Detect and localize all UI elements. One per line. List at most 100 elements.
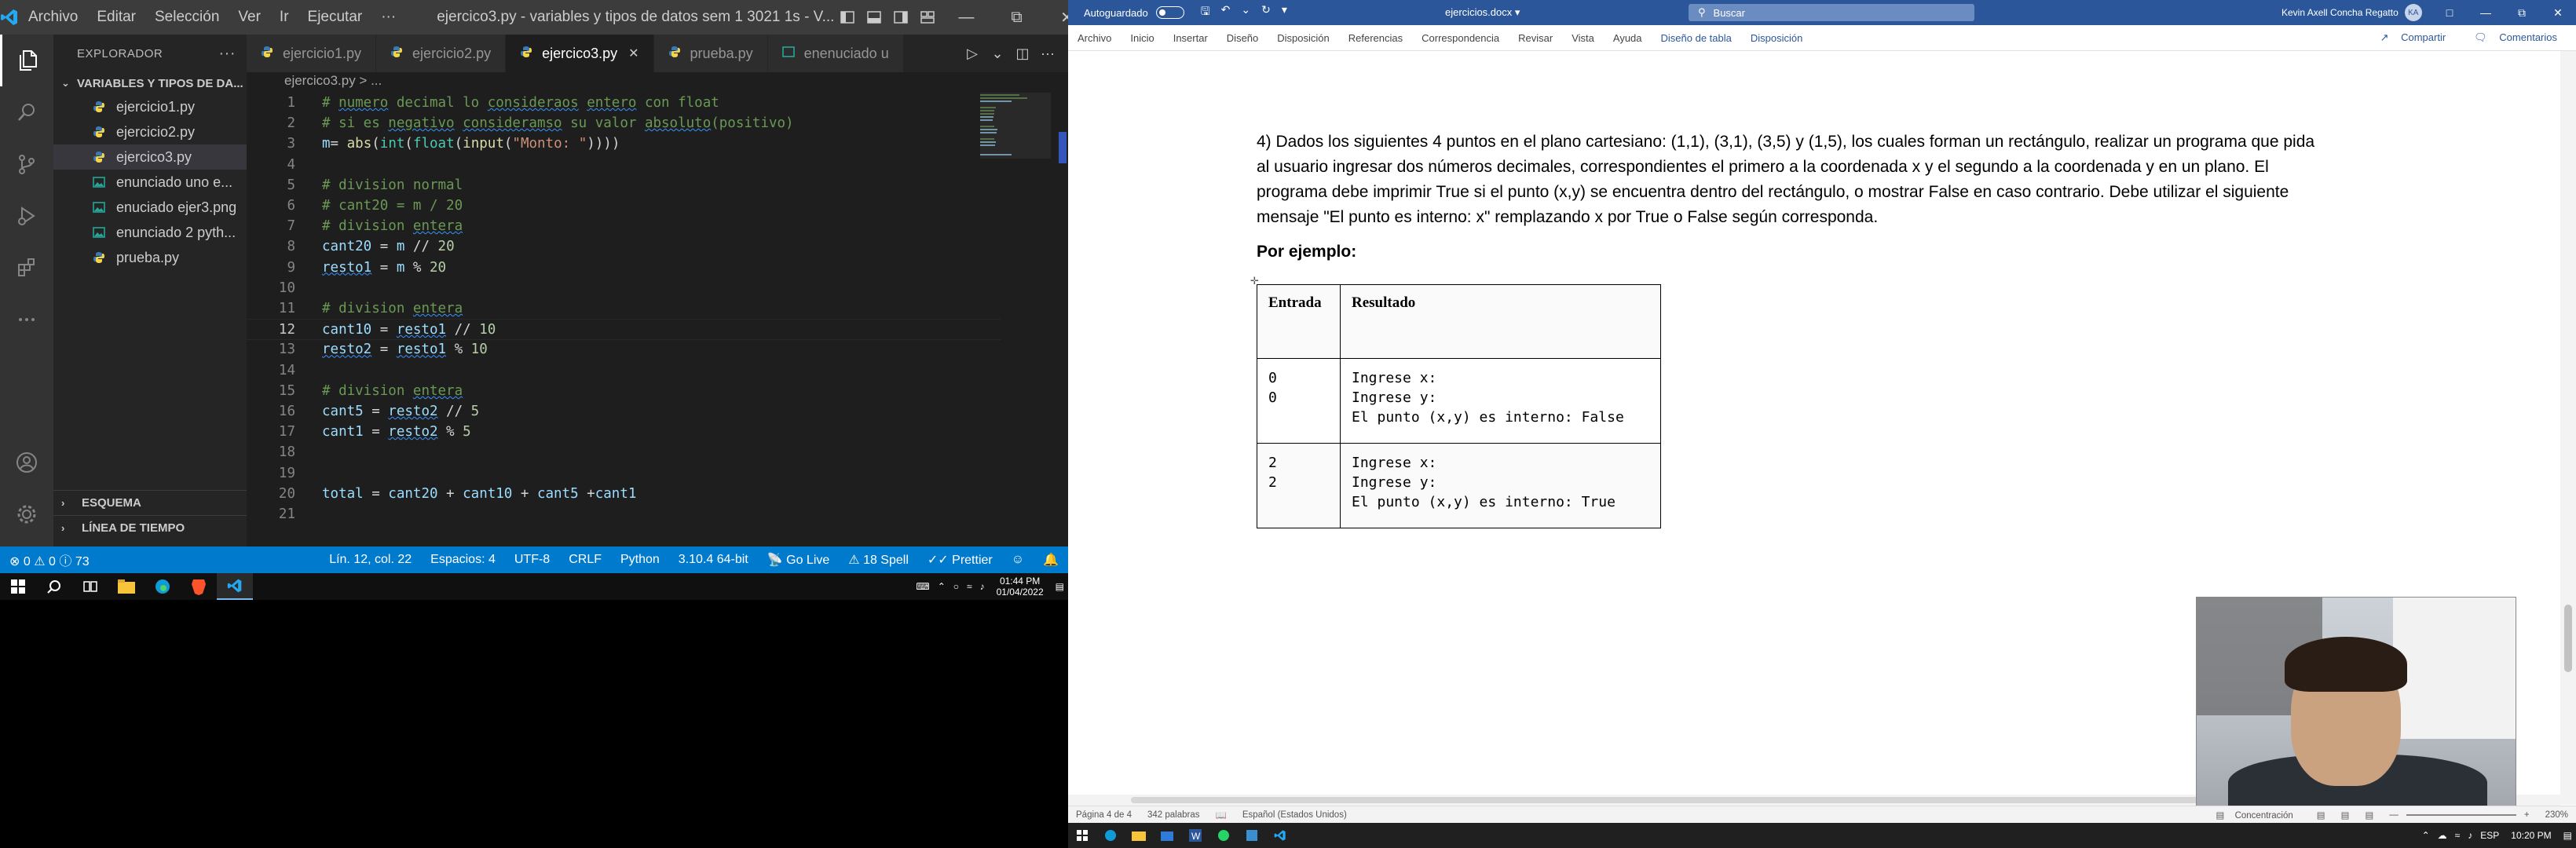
ribbon-tab[interactable]: Archivo	[1068, 32, 1121, 44]
code-line[interactable]: 3 m= abs(int(float(input("Monto: "))))	[247, 133, 1001, 155]
toggle-secondary-sidebar-icon[interactable]	[887, 0, 914, 35]
ribbon-tab[interactable]: Disposición	[1741, 32, 1812, 44]
document-title[interactable]: ejercicios.docx ▾	[1445, 6, 1520, 19]
notifications-icon[interactable]: ▤	[1052, 581, 1068, 592]
source-control-icon[interactable]	[0, 138, 53, 190]
menu-seleccion[interactable]: Selección	[145, 0, 229, 35]
app-icon[interactable]	[1238, 823, 1266, 848]
language[interactable]: Español (Estados Unidos)	[1235, 810, 1355, 820]
windows-start-icon[interactable]	[1068, 823, 1096, 848]
code-editor[interactable]: 1 # numero decimal lo consideraos entero …	[247, 93, 1068, 546]
outline-section[interactable]: › ESQUEMA	[53, 490, 247, 515]
user-account[interactable]: Kevin Axell Concha Regatto KA	[2281, 4, 2422, 21]
restore-button[interactable]: ⧉	[991, 0, 1041, 35]
brave-browser-icon[interactable]	[181, 573, 217, 600]
file-explorer-icon[interactable]	[108, 573, 145, 600]
redo-icon[interactable]: ↻	[1256, 3, 1276, 22]
code-line[interactable]: 12 cant10 = resto1 // 10	[247, 319, 1001, 341]
web-layout-icon[interactable]: ▤	[2357, 810, 2381, 821]
code-line[interactable]: 4	[247, 155, 1001, 176]
run-dropdown-icon[interactable]: ⌄	[985, 46, 1010, 62]
code-line[interactable]: 2 # si es negativo consideramso su valor …	[247, 113, 1001, 134]
ribbon-tab[interactable]: Inicio	[1121, 32, 1163, 44]
file-item[interactable]: ejercicio2.py	[53, 119, 247, 144]
editor-scrollbar[interactable]	[1057, 93, 1068, 546]
edge-browser-icon[interactable]	[1096, 823, 1125, 848]
file-item[interactable]: enunciado uno e...	[53, 170, 247, 195]
code-line[interactable]: 9 resto1 = m % 20	[247, 258, 1001, 279]
status-item[interactable]: Lín. 12, col. 22	[320, 553, 421, 567]
menu-ver[interactable]: Ver	[229, 0, 270, 35]
code-line[interactable]: 13 resto2 = resto1 % 10	[247, 339, 1001, 360]
code-line[interactable]: 1 # numero decimal lo consideraos entero …	[247, 93, 1001, 114]
toggle-panel-icon[interactable]	[861, 0, 887, 35]
ribbon-display-icon[interactable]: □	[2431, 6, 2468, 20]
customize-layout-icon[interactable]	[914, 0, 941, 35]
run-file-icon[interactable]: ▷	[960, 46, 985, 62]
code-line[interactable]: 6 # cant20 = m / 20	[247, 196, 1001, 217]
code-line[interactable]: 5 # division normal	[247, 175, 1001, 196]
scroll-thumb[interactable]	[1059, 132, 1067, 163]
code-line[interactable]: 18	[247, 442, 1001, 463]
comments-button[interactable]: 🗨 Comentarios	[2464, 31, 2576, 44]
file-item[interactable]: ejercicio1.py	[53, 94, 247, 119]
file-item[interactable]: enuciado ejer3.png	[53, 195, 247, 220]
file-item[interactable]: enunciado 2 pyth...	[53, 220, 247, 245]
edge-browser-icon[interactable]	[145, 573, 181, 600]
close-button[interactable]: ✕	[2540, 6, 2576, 20]
status-item[interactable]: CRLF	[559, 553, 611, 567]
word-search-box[interactable]: ⚲ Buscar	[1689, 4, 1974, 21]
menu-archivo[interactable]: Archivo	[19, 0, 87, 35]
vscode-taskbar-icon[interactable]	[217, 573, 253, 600]
accounts-icon[interactable]	[0, 437, 53, 488]
status-item[interactable]: Python	[611, 553, 669, 567]
code-line[interactable]: 15 # division entera	[247, 381, 1001, 402]
restore-button[interactable]: ⧉	[2504, 6, 2540, 20]
ribbon-tab[interactable]: Disposición	[1268, 32, 1338, 44]
extensions-icon[interactable]	[0, 242, 53, 294]
ribbon-tab[interactable]: Ayuda	[1604, 32, 1652, 44]
split-editor-icon[interactable]: ◫	[1010, 46, 1035, 62]
editor-tab[interactable]: ejercicio1.py	[247, 35, 377, 72]
input-language[interactable]: ESP	[2476, 830, 2503, 841]
code-line[interactable]: 20 total = cant20 + cant10 + cant5 +cant1	[247, 484, 1001, 505]
file-explorer-icon[interactable]	[1125, 823, 1153, 848]
read-mode-icon[interactable]: ▤	[2309, 810, 2333, 821]
ribbon-tab[interactable]: Referencias	[1339, 32, 1412, 44]
scroll-thumb[interactable]	[2564, 605, 2572, 672]
minimap[interactable]	[980, 93, 1051, 187]
code-line[interactable]: 7 # division entera	[247, 216, 1001, 237]
ribbon-tab[interactable]: Insertar	[1164, 32, 1217, 44]
code-line[interactable]: 16 cant5 = resto2 // 5	[247, 401, 1001, 422]
network-icon[interactable]: ○	[950, 581, 963, 592]
close-button[interactable]: ✕	[1041, 0, 1068, 35]
status-item[interactable]: UTF-8	[505, 553, 559, 567]
cloud-icon[interactable]: ☁	[2434, 830, 2451, 841]
print-layout-icon[interactable]: ▤	[2333, 810, 2358, 821]
zoom-out-icon[interactable]: —	[2381, 810, 2406, 820]
taskbar-clock[interactable]: 01:44 PM 01/04/2022	[989, 576, 1052, 598]
editor-tab[interactable]: prueba.py	[653, 35, 768, 72]
windows-start-icon[interactable]	[0, 573, 36, 600]
whatsapp-icon[interactable]	[1209, 823, 1238, 848]
editor-tab[interactable]: ejercico3.py ✕	[506, 35, 654, 72]
feedback-icon[interactable]: ☺	[1002, 553, 1034, 567]
word-count[interactable]: 342 palabras	[1140, 810, 1208, 820]
wifi-icon[interactable]: ≈	[963, 581, 976, 592]
status-item[interactable]: ✓✓ Prettier	[918, 552, 1002, 568]
menu-editar[interactable]: Editar	[87, 0, 145, 35]
toggle-sidebar-icon[interactable]	[834, 0, 861, 35]
ribbon-tab[interactable]: Diseño de tabla	[1652, 32, 1741, 44]
settings-gear-icon[interactable]	[0, 488, 53, 540]
status-item[interactable]: Espacios: 4	[421, 553, 505, 567]
autosave-control[interactable]: Autoguardado	[1068, 6, 1184, 19]
undo-dropdown-icon[interactable]: ⌄	[1235, 3, 1256, 22]
taskbar-search-icon[interactable]	[36, 573, 72, 600]
run-debug-icon[interactable]	[0, 190, 53, 242]
store-icon[interactable]	[1153, 823, 1181, 848]
autosave-toggle[interactable]	[1155, 6, 1184, 19]
task-view-icon[interactable]	[72, 573, 108, 600]
menu-ir[interactable]: Ir	[270, 0, 298, 35]
zoom-level[interactable]: 230%	[2538, 810, 2576, 820]
minimize-button[interactable]: —	[941, 0, 991, 35]
